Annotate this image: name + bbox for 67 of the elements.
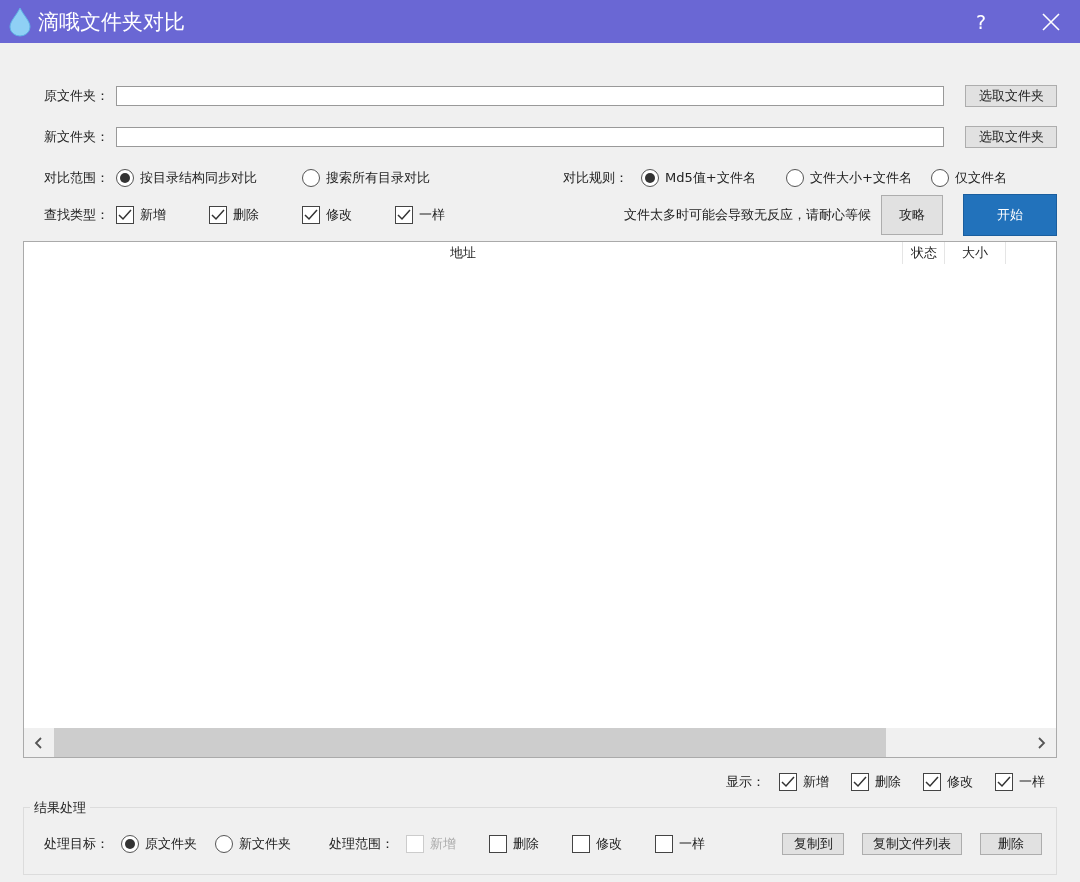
option-label: 按目录结构同步对比 [140, 169, 257, 187]
droplet-icon [8, 6, 32, 37]
field-label: 处理范围： [329, 835, 394, 853]
window-title: 滴哦文件夹对比 [38, 8, 185, 36]
option-label: 删除 [513, 835, 539, 853]
option-label: 修改 [947, 773, 973, 791]
checkbox[interactable] [209, 206, 227, 224]
checkbox[interactable] [116, 206, 134, 224]
radio-button[interactable] [116, 169, 134, 187]
column-header[interactable]: 状态 [903, 242, 945, 264]
option-label: 删除 [233, 206, 259, 224]
column-header[interactable]: 地址 [24, 242, 903, 264]
checkbox[interactable] [851, 773, 869, 791]
group-title: 结果处理 [30, 799, 90, 817]
checkbox[interactable] [779, 773, 797, 791]
guide-button[interactable]: 攻略 [881, 195, 943, 235]
notice-text: 文件太多时可能会导致无反应，请耐心等候 [624, 206, 871, 224]
radio-button[interactable] [215, 835, 233, 853]
action-button[interactable]: 复制文件列表 [862, 833, 962, 855]
option-label: 一样 [419, 206, 445, 224]
horizontal-scrollbar[interactable] [24, 728, 1056, 757]
field-label: 对比规则： [563, 169, 628, 187]
checkbox[interactable] [655, 835, 673, 853]
option-label: 新增 [140, 206, 166, 224]
scroll-left-icon[interactable] [34, 736, 44, 749]
column-header[interactable]: 大小 [945, 242, 1006, 264]
option-label: 一样 [679, 835, 705, 853]
field-label: 对比范围： [43, 169, 110, 187]
option-label: 删除 [875, 773, 901, 791]
radio-button[interactable] [121, 835, 139, 853]
option-label: 一样 [1019, 773, 1045, 791]
option-label: 新增 [803, 773, 829, 791]
help-button[interactable]: ? [975, 10, 986, 33]
option-label: 搜索所有目录对比 [326, 169, 430, 187]
checkbox[interactable] [923, 773, 941, 791]
field-label: 原文件夹： [43, 87, 110, 105]
close-button[interactable] [1042, 12, 1060, 31]
option-label: Md5值+文件名 [665, 169, 756, 187]
start-button[interactable]: 开始 [963, 194, 1057, 236]
choose-folder-button[interactable]: 选取文件夹 [965, 126, 1057, 148]
option-label: 原文件夹 [145, 835, 197, 853]
checkbox[interactable] [995, 773, 1013, 791]
scrollbar-thumb[interactable] [54, 728, 886, 757]
option-label: 修改 [596, 835, 622, 853]
radio-button[interactable] [931, 169, 949, 187]
radio-button[interactable] [786, 169, 804, 187]
field-label: 新文件夹： [43, 128, 110, 146]
option-label: 仅文件名 [955, 169, 1007, 187]
radio-button[interactable] [641, 169, 659, 187]
action-button[interactable]: 删除 [980, 833, 1042, 855]
scroll-right-icon[interactable] [1036, 736, 1046, 749]
option-label: 新增 [430, 835, 456, 853]
field-label: 查找类型： [43, 206, 110, 224]
radio-button[interactable] [302, 169, 320, 187]
option-label: 修改 [326, 206, 352, 224]
folder-path-field[interactable] [116, 86, 944, 106]
checkbox[interactable] [302, 206, 320, 224]
option-label: 新文件夹 [239, 835, 291, 853]
folder-path-field[interactable] [116, 127, 944, 147]
field-label: 处理目标： [44, 835, 109, 853]
checkbox[interactable] [395, 206, 413, 224]
choose-folder-button[interactable]: 选取文件夹 [965, 85, 1057, 107]
field-label: 显示： [726, 773, 765, 791]
checkbox[interactable] [572, 835, 590, 853]
checkbox[interactable] [489, 835, 507, 853]
action-button[interactable]: 复制到 [782, 833, 844, 855]
option-label: 文件大小+文件名 [810, 169, 912, 187]
